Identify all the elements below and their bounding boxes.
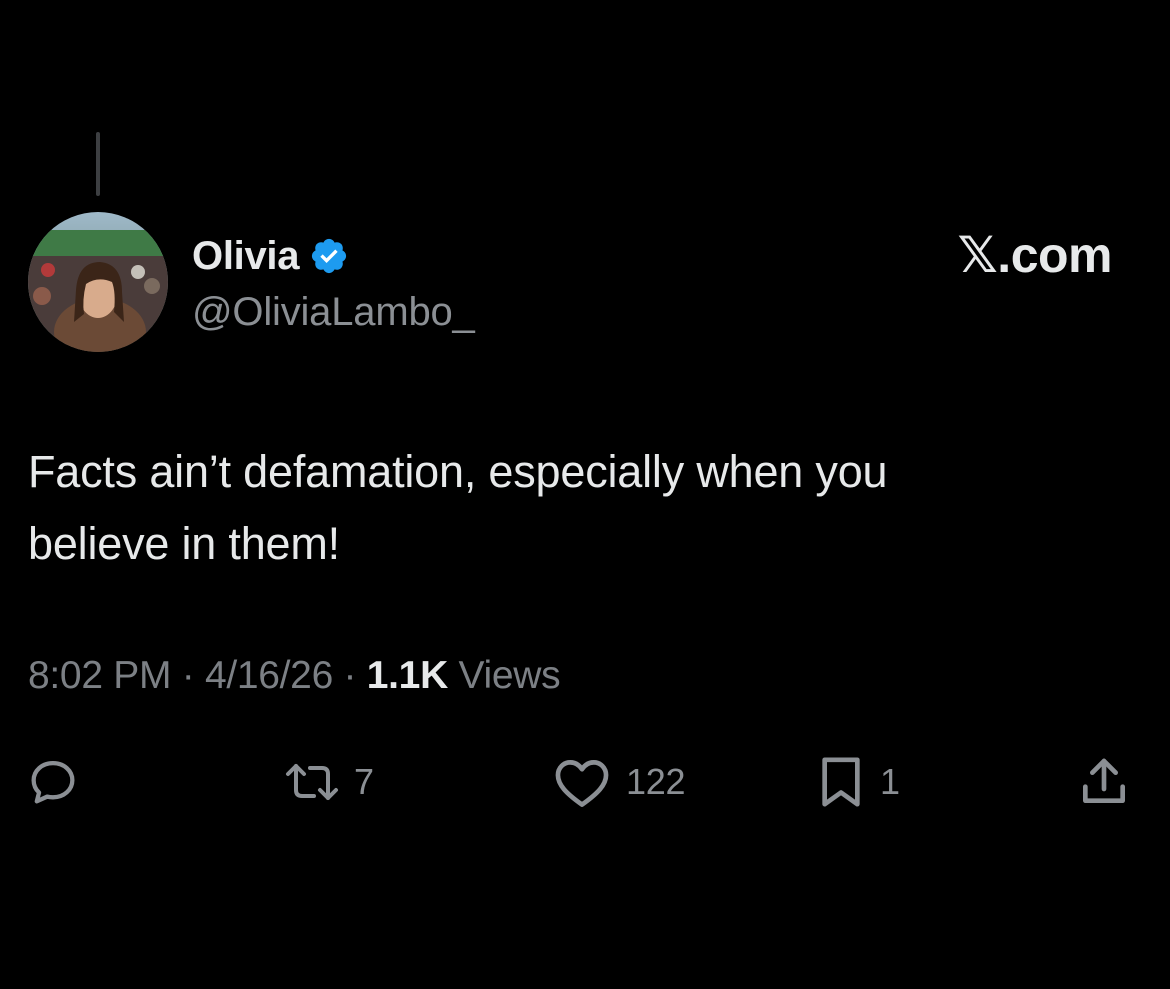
views-label: Views	[458, 654, 561, 697]
author-name-row[interactable]: Olivia	[192, 228, 349, 284]
brand-watermark: 𝕏.com	[957, 227, 1113, 283]
bookmark-icon	[816, 754, 866, 810]
tweet-time[interactable]: 8:02 PM	[28, 654, 171, 697]
avatar[interactable]	[28, 212, 168, 352]
like-button[interactable]: 122	[552, 752, 685, 812]
tweet-metadata: 8:02 PM · 4/16/26 · 1.1K Views	[28, 654, 561, 698]
display-name[interactable]: Olivia	[192, 234, 299, 279]
meta-separator: ·	[343, 654, 357, 697]
action-bar: 7 122 1	[0, 752, 1170, 812]
thread-connector-line	[96, 132, 100, 196]
bookmark-button[interactable]: 1	[816, 752, 900, 812]
tweet-date[interactable]: 4/16/26	[205, 654, 333, 697]
meta-separator: ·	[181, 654, 195, 697]
like-count: 122	[626, 761, 686, 802]
share-icon	[1076, 754, 1132, 810]
repost-button[interactable]: 7	[284, 752, 374, 812]
reply-icon	[26, 755, 80, 809]
tweet-text-line-1: Facts ain’t defamation, especially when …	[28, 446, 888, 497]
author-handle[interactable]: @OliviaLambo_	[192, 290, 475, 335]
tweet-text: Facts ain’t defamation, especially when …	[28, 436, 1128, 580]
repost-icon	[284, 757, 340, 807]
heart-icon	[552, 755, 612, 809]
share-button[interactable]	[1076, 752, 1132, 812]
tweet-text-line-2: believe in them!	[28, 518, 340, 569]
reply-button[interactable]	[26, 752, 80, 812]
bookmark-count: 1	[880, 761, 900, 802]
repost-count: 7	[354, 761, 374, 802]
verified-badge-icon	[309, 236, 349, 276]
views-count: 1.1K	[366, 654, 448, 697]
